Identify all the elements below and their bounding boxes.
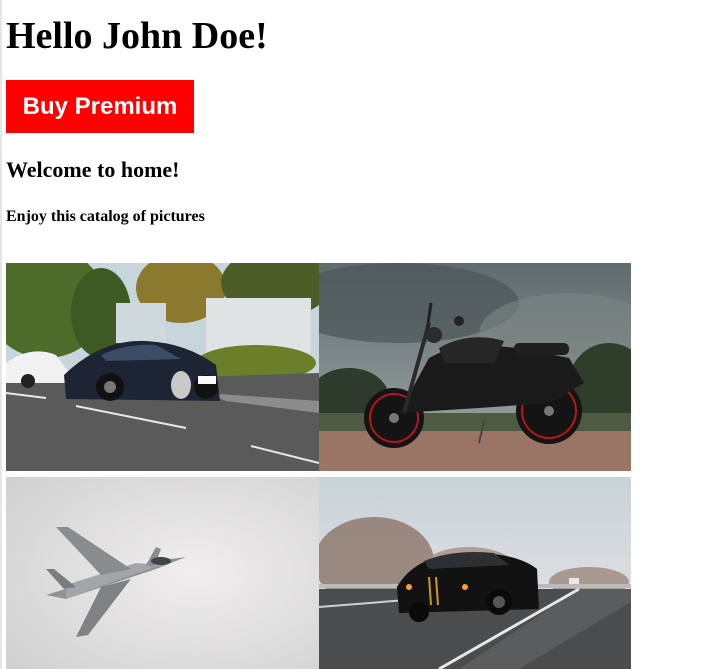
catalog-image-jet[interactable]: [6, 477, 319, 669]
welcome-heading: Welcome to home!: [6, 157, 180, 182]
main-content: Hello John Doe! Buy Premium Welcome to h…: [6, 0, 706, 227]
catalog-image-motorcycle[interactable]: [319, 263, 631, 471]
catalog-subtitle: Enjoy this catalog of pictures: [6, 208, 205, 225]
page-left-border: [0, 0, 2, 669]
catalog-image-muscle-car[interactable]: [319, 477, 631, 669]
greeting-heading: Hello John Doe!: [6, 15, 268, 57]
picture-catalog: [6, 263, 632, 669]
buy-premium-button[interactable]: Buy Premium: [6, 80, 194, 133]
catalog-image-supercar[interactable]: [6, 263, 319, 471]
